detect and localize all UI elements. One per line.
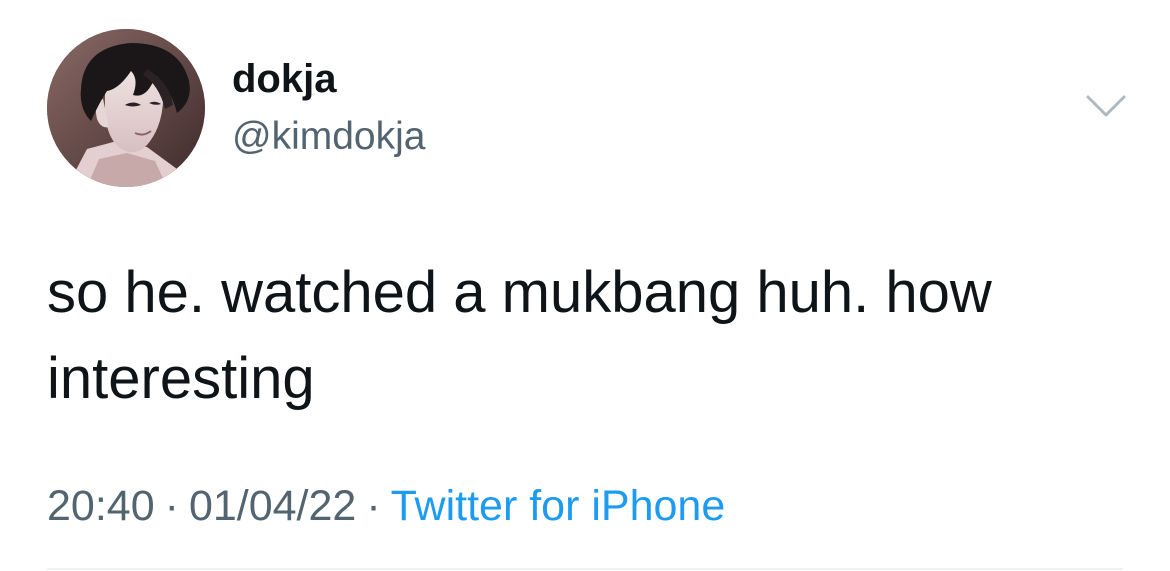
tweet-card: dokja @kimdokja so he. watched a mukbang… xyxy=(0,0,1170,571)
tweet-time[interactable]: 20:40 xyxy=(47,482,155,530)
tweet-meta: 20:40 · 01/04/22 · Twitter for iPhone xyxy=(47,478,725,534)
chevron-down-glyph xyxy=(1086,95,1126,117)
avatar[interactable] xyxy=(47,29,205,187)
divider xyxy=(47,568,1123,570)
chevron-down-icon[interactable] xyxy=(1084,89,1128,123)
user-handle[interactable]: @kimdokja xyxy=(232,113,425,161)
tweet-text: so he. watched a mukbang huh. how intere… xyxy=(47,260,992,411)
avatar-image xyxy=(47,29,205,187)
meta-separator: · xyxy=(164,482,179,530)
display-name[interactable]: dokja xyxy=(232,55,336,103)
tweet-date[interactable]: 01/04/22 xyxy=(189,482,356,530)
meta-separator: · xyxy=(366,482,381,530)
tweet-source-link[interactable]: Twitter for iPhone xyxy=(391,482,726,530)
